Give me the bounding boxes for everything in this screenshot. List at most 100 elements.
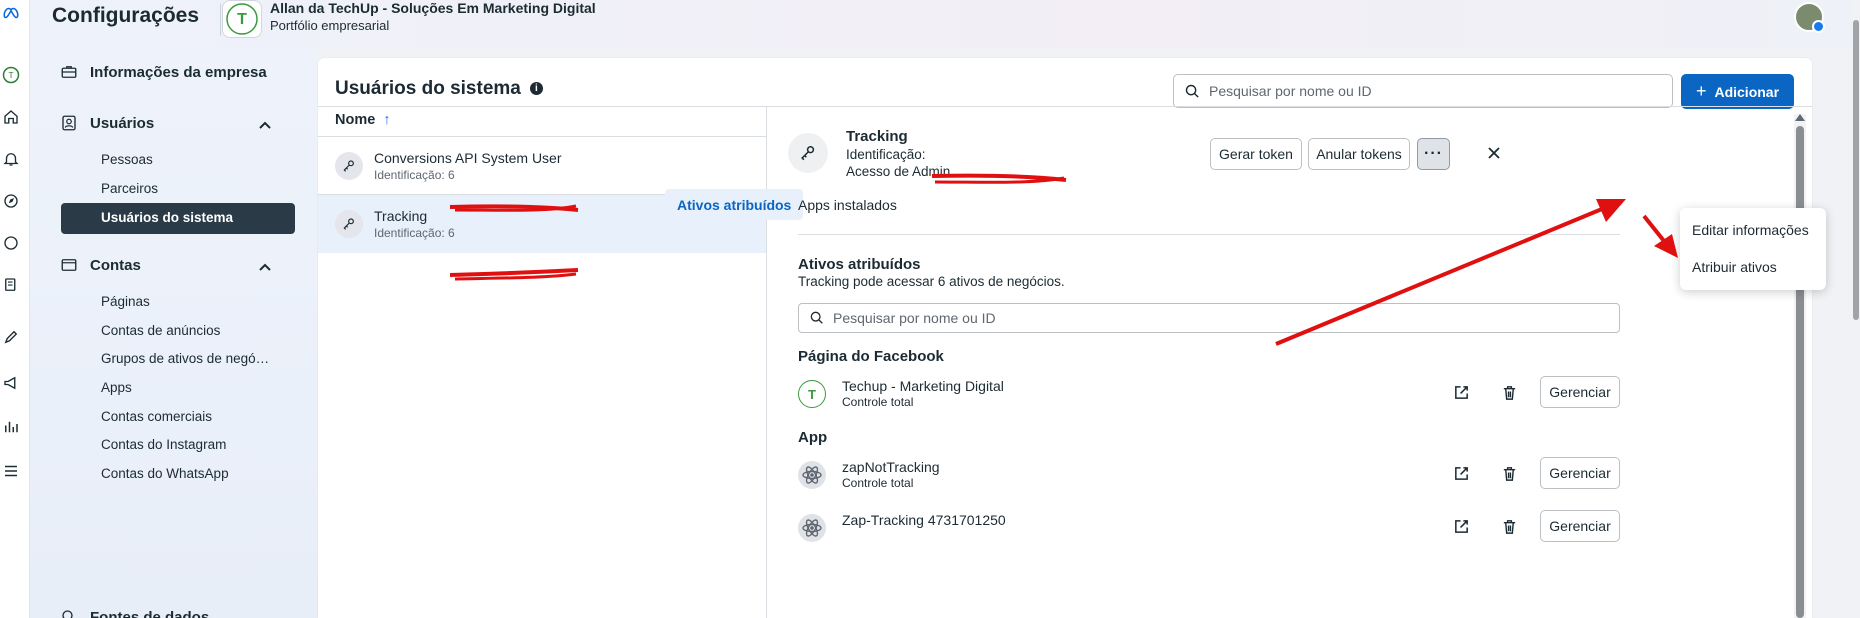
top-header: Configurações T Allan da TechUp - Soluçõ… (30, 0, 1860, 48)
business-logo[interactable]: T (222, 0, 262, 38)
nav-business-accounts[interactable]: Contas comerciais (101, 409, 212, 424)
page-scroll-thumb[interactable] (1853, 20, 1859, 320)
close-icon[interactable] (1486, 145, 1502, 161)
nav-accounts-label: Contas (90, 256, 141, 274)
nav-data-sources[interactable]: Fontes de dados (60, 608, 209, 618)
nav-asset-groups[interactable]: Grupos de ativos de negó… (101, 351, 269, 366)
avatar[interactable] (1794, 2, 1825, 33)
trash-icon[interactable] (1501, 465, 1518, 482)
menu-item-assign-assets[interactable]: Atribuir ativos (1692, 259, 1777, 275)
pane-divider (766, 106, 767, 618)
assets-search-input[interactable] (833, 310, 1562, 326)
trash-icon[interactable] (1501, 518, 1518, 535)
more-options-button[interactable]: ··· (1417, 138, 1450, 170)
chevron-up-icon[interactable] (258, 260, 272, 274)
svg-text:T: T (808, 387, 816, 402)
scroll-thumb[interactable] (1796, 126, 1804, 618)
user-name: Tracking (374, 208, 428, 224)
business-name[interactable]: Allan da TechUp - Soluções Em Marketing … (270, 0, 596, 16)
page-scrollbar[interactable] (1852, 0, 1860, 618)
pages-icon[interactable] (0, 274, 22, 296)
detail-scrollbar[interactable] (1794, 114, 1806, 618)
nav-company-info[interactable]: Informações da empresa (60, 63, 267, 81)
manage-button[interactable]: Gerenciar (1540, 457, 1620, 489)
detail-access: Acesso de Admin (846, 164, 951, 179)
search-icon (62, 610, 73, 618)
nav-data-sources-label: Fontes de dados (90, 608, 210, 618)
nav-system-users[interactable]: Usuários do sistema (61, 203, 295, 234)
nav-users-label: Usuários (90, 114, 155, 132)
facebook-badge-icon (1812, 20, 1825, 33)
pencil-icon[interactable] (0, 326, 22, 348)
tabs-divider (798, 234, 1620, 235)
compass-icon[interactable] (0, 190, 22, 212)
nav-pages[interactable]: Páginas (101, 294, 150, 309)
chevron-up-icon[interactable] (258, 118, 272, 132)
nav-accounts[interactable]: Contas (60, 256, 141, 274)
search-icon (1185, 84, 1199, 98)
search-box[interactable] (1173, 74, 1673, 108)
asset-permission: Controle total (842, 476, 914, 490)
column-header-name[interactable]: Nome ↑ (335, 112, 391, 128)
search-input[interactable] (1209, 83, 1649, 99)
external-link-icon[interactable] (1453, 384, 1470, 401)
settings-sidebar: Informações da empresa Usuários Pessoas … (30, 48, 318, 618)
manage-button[interactable]: Gerenciar (1540, 510, 1620, 542)
bar-chart-icon[interactable] (0, 416, 22, 438)
nav-people[interactable]: Pessoas (101, 152, 153, 167)
sort-up-icon: ↑ (383, 112, 391, 128)
bell-icon[interactable] (0, 148, 22, 170)
svg-text:T: T (8, 71, 13, 80)
app-atom-icon (798, 514, 826, 542)
group-title-app: App (798, 429, 828, 446)
user-id: Identificação: 6 (374, 168, 455, 182)
tab-assigned-assets[interactable]: Ativos atribuídos (665, 189, 804, 220)
nav-instagram-accounts[interactable]: Contas do Instagram (101, 437, 226, 452)
trash-icon[interactable] (1501, 384, 1518, 401)
page-logo-icon: T (798, 380, 826, 408)
circle-icon[interactable] (0, 232, 22, 254)
nav-partners[interactable]: Parceiros (101, 181, 158, 196)
asset-row: T Techup - Marketing Digital Controle to… (798, 376, 1620, 420)
asset-name: zapNotTracking (842, 459, 940, 475)
key-icon (788, 133, 828, 173)
column-header-label: Nome (335, 112, 376, 128)
key-icon (335, 210, 363, 238)
meta-logo-icon[interactable] (0, 2, 22, 24)
plus-icon: + (1695, 81, 1707, 101)
add-button[interactable]: + Adicionar (1681, 74, 1794, 109)
menu-icon[interactable] (0, 460, 22, 482)
home-icon[interactable] (0, 106, 22, 128)
section-subtitle: Tracking pode acessar 6 ativos de negóci… (798, 274, 1065, 289)
user-id: Identificação: 6 (374, 226, 455, 240)
manage-button[interactable]: Gerenciar (1540, 376, 1620, 408)
key-icon (335, 152, 363, 180)
list-item[interactable]: Conversions API System User Identificaçã… (318, 137, 766, 195)
scroll-up-icon[interactable] (1795, 114, 1805, 121)
menu-item-edit-info[interactable]: Editar informações (1692, 222, 1809, 238)
system-users-card: Usuários do sistema i + Adicionar Nome ↑ Co… (318, 58, 1812, 618)
nav-whatsapp-accounts[interactable]: Contas do WhatsApp (101, 466, 229, 481)
app-atom-icon (798, 461, 826, 489)
revoke-tokens-button[interactable]: Anular tokens (1308, 138, 1410, 170)
briefcase-icon (61, 66, 77, 78)
assets-search-box[interactable] (798, 303, 1620, 333)
asset-row: zapNotTracking Controle total Gerenciar (798, 457, 1620, 501)
external-link-icon[interactable] (1453, 465, 1470, 482)
add-button-label: Adicionar (1714, 83, 1780, 100)
external-link-icon[interactable] (1453, 518, 1470, 535)
nav-ad-accounts[interactable]: Contas de anúncios (101, 323, 220, 338)
business-switch-icon[interactable]: T (0, 64, 22, 86)
generate-token-button[interactable]: Gerar token (1210, 138, 1302, 170)
header-divider (318, 106, 1812, 107)
search-icon (810, 311, 823, 324)
group-title-facebook-page: Página do Facebook (798, 348, 944, 365)
icon-rail: T (0, 0, 30, 618)
megaphone-icon[interactable] (0, 372, 22, 394)
nav-users[interactable]: Usuários (60, 114, 154, 132)
page-title: Usuários do sistema i (335, 78, 543, 100)
nav-apps[interactable]: Apps (101, 380, 132, 395)
tab-installed-apps[interactable]: Apps instalados (786, 189, 909, 220)
user-badge-icon (62, 115, 76, 131)
info-icon[interactable]: i (529, 82, 543, 96)
